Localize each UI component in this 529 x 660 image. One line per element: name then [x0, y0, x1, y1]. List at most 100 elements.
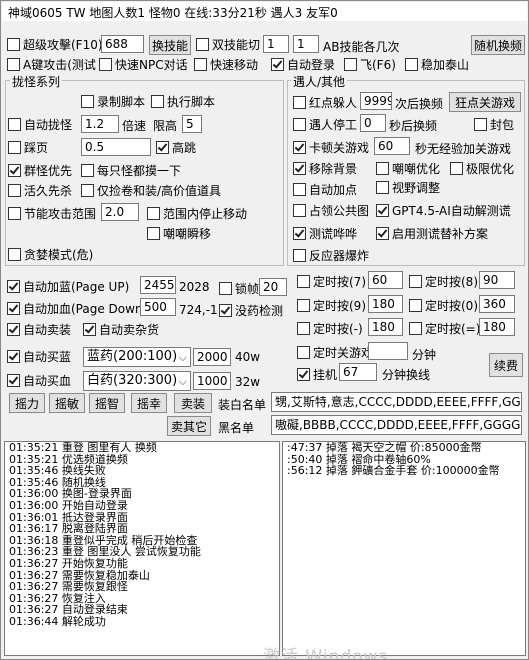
- fast-npc-checkbox[interactable]: 快速NPC对话: [99, 56, 188, 72]
- hang-checkbox[interactable]: 挂机: [297, 366, 337, 382]
- black-list-input[interactable]: 嗷礙,BBBB,CCCC,DDDD,EEEE,FFFF,GGGG,HHHH,I: [271, 415, 522, 435]
- buy-red-unit: 32w: [235, 375, 261, 389]
- auto-red-extra: 724,-1: [179, 303, 218, 317]
- auto-red-checkbox[interactable]: 自动加血(Page Down): [7, 300, 147, 316]
- auto-point-checkbox[interactable]: 自动加点: [293, 181, 357, 197]
- remove-bg-checkbox[interactable]: 移除背景: [293, 160, 357, 176]
- timer-7-checkbox[interactable]: 定时按(7): [297, 273, 366, 289]
- buy-red-qty-input[interactable]: 1000: [193, 372, 231, 390]
- renew-button[interactable]: 续费: [489, 353, 523, 377]
- buy-red-select[interactable]: 白药(320:300) ⌵: [83, 371, 191, 391]
- live-first-checkbox[interactable]: 活久先杀: [8, 182, 72, 198]
- limit-high-input[interactable]: 5: [182, 115, 202, 133]
- timer-equals-input[interactable]: 180: [479, 318, 515, 336]
- stop-in-range-checkbox[interactable]: 范围内停止移动: [147, 205, 247, 221]
- fly-checkbox[interactable]: 飞(F6): [344, 56, 396, 72]
- crazy-close-button[interactable]: 狂点关游戏: [449, 92, 521, 112]
- dual-skill-a-input[interactable]: 1: [263, 35, 289, 53]
- auto-blue-checkbox[interactable]: 自动加蓝(Page UP): [7, 278, 129, 294]
- run-script-checkbox[interactable]: 执行脚本: [151, 93, 215, 109]
- title-bar: 神域0605 TW 地图人数1 怪物0 在线:33分21秒 遇人3 友军0: [2, 2, 527, 21]
- anti-ban-checkbox[interactable]: 反应器爆炸: [293, 247, 369, 263]
- roll-dex-button[interactable]: 摇敏: [49, 393, 85, 413]
- meet-stop-input[interactable]: 0: [360, 114, 386, 132]
- lock-frame-checkbox[interactable]: 锁帧: [219, 280, 259, 296]
- auto-gather-checkbox[interactable]: 自动拢怪: [8, 116, 72, 132]
- buy-blue-qty-input[interactable]: 2000: [193, 348, 231, 366]
- auto-login-checkbox[interactable]: 自动登录: [271, 56, 335, 72]
- dual-skill-b-input[interactable]: 1: [293, 35, 319, 53]
- drop-log[interactable]: :47:37 掉落 褐天空之帽 价:85000金幣:50:40 掉落 褶命中卷轴…: [282, 441, 526, 656]
- fast-move-checkbox[interactable]: 快速移动: [194, 56, 258, 72]
- random-channel-button[interactable]: 随机换频: [471, 35, 525, 55]
- change-skill-button[interactable]: 换技能: [149, 35, 191, 55]
- meet-stop-checkbox[interactable]: 遇人停工: [293, 116, 357, 132]
- event-log[interactable]: 01:35:21 重登 图里有人 换频 01:35:21 优选频道换频 01:35:…: [4, 441, 280, 656]
- super-attack-input[interactable]: 688: [101, 35, 144, 53]
- energy-range-checkbox[interactable]: 节能攻击范围: [8, 205, 96, 221]
- extreme-opt-checkbox[interactable]: 极限优化: [450, 160, 514, 176]
- timer-minus-input[interactable]: 180: [368, 318, 403, 336]
- timer-8-input[interactable]: 90: [479, 271, 515, 289]
- red-dot-checkbox[interactable]: 红点躲人: [293, 94, 357, 110]
- timer-7-input[interactable]: 60: [368, 271, 403, 289]
- record-script-checkbox[interactable]: 录制脚本: [81, 93, 145, 109]
- lock-frame-input[interactable]: 20: [259, 278, 287, 296]
- public-map-checkbox[interactable]: 占领公共图: [293, 202, 369, 218]
- auto-red-input[interactable]: 500: [140, 298, 176, 316]
- sell-other-button[interactable]: 卖其它: [167, 416, 211, 436]
- roll-int-button[interactable]: 摇智: [89, 393, 125, 413]
- window-title: 神域0605 TW 地图人数1 怪物0 在线:33分21秒 遇人3 友军0: [8, 6, 338, 20]
- stomp-checkbox[interactable]: 踩页: [8, 139, 48, 155]
- buy-blue-select[interactable]: 蓝药(200:100) ⌵: [83, 347, 191, 367]
- sell-equip-button[interactable]: 卖装: [174, 393, 212, 413]
- taishan-checkbox[interactable]: 稳加泰山: [405, 56, 469, 72]
- test-alarm-checkbox[interactable]: 测谎哗哗: [293, 225, 357, 241]
- auto-buy-red-checkbox[interactable]: 自动买血: [7, 372, 71, 388]
- stuck-close-checkbox[interactable]: 卡顿关游戏: [293, 139, 369, 155]
- roll-luk-button[interactable]: 摇幸: [131, 393, 167, 413]
- timer-9-checkbox[interactable]: 定时按(9): [297, 297, 366, 313]
- roll-str-button[interactable]: 摇力: [9, 393, 45, 413]
- dodge-teleport-checkbox[interactable]: 嘲嘲瞬移: [147, 225, 211, 241]
- super-attack-checkbox[interactable]: 超级攻擊(F10): [7, 36, 103, 52]
- red-dot-input[interactable]: 9999: [360, 92, 392, 110]
- hang-input[interactable]: 67: [339, 363, 377, 381]
- timer-0-input[interactable]: 360: [479, 295, 515, 313]
- timed-close-input[interactable]: [368, 342, 408, 360]
- greedy-mode-checkbox[interactable]: 贪婪模式(危): [8, 246, 93, 262]
- super-attack-box[interactable]: [7, 37, 20, 51]
- log-line: 01:36:17 脱离登陆界面: [9, 522, 128, 536]
- gpt-solver-checkbox[interactable]: GPT4.5-AI自动解测谎: [376, 202, 511, 218]
- timer-equals-checkbox[interactable]: 定时按(=): [409, 320, 480, 336]
- timer-0-checkbox[interactable]: 定时按(0): [409, 297, 478, 313]
- dual-skill-checkbox[interactable]: 双技能切: [196, 36, 260, 52]
- limit-high-label: 限高: [153, 119, 178, 133]
- auto-buy-blue-checkbox[interactable]: 自动买蓝: [7, 348, 71, 364]
- only-scroll-checkbox[interactable]: 仅捡卷和装/高价值道具: [81, 182, 221, 198]
- timed-close-checkbox[interactable]: 定时关游戏: [297, 344, 373, 360]
- timer-8-checkbox[interactable]: 定时按(8): [409, 273, 478, 289]
- seal-checkbox[interactable]: 封包: [474, 116, 514, 132]
- sec-change-label: 秒后换频: [389, 119, 438, 133]
- stomp-input[interactable]: 0.5: [81, 138, 151, 156]
- stuck-close-input[interactable]: 60: [374, 137, 410, 155]
- auto-blue-input[interactable]: 2455: [140, 276, 176, 294]
- white-list-label: 装白名单: [218, 398, 267, 412]
- timer-minus-checkbox[interactable]: 定时按(-): [297, 320, 363, 336]
- auto-sell-misc-checkbox[interactable]: 自动卖杂货: [83, 321, 159, 337]
- group-first-checkbox[interactable]: 群怪优先: [8, 162, 72, 178]
- no-potion-check-checkbox[interactable]: 没药检测: [219, 302, 283, 318]
- dodge-opt-checkbox[interactable]: 嘲嘲优化: [376, 160, 440, 176]
- chevron-down-icon: ⌵: [178, 351, 187, 364]
- touch-each-checkbox[interactable]: 每只怪都摸一下: [81, 162, 181, 178]
- enable-patch-checkbox[interactable]: 启用测谎替补方案: [376, 225, 488, 241]
- a-key-attack-checkbox[interactable]: A键攻击(测试: [7, 56, 96, 72]
- gather-speed-input[interactable]: 1.2: [81, 115, 119, 133]
- high-jump-checkbox[interactable]: 高跳: [156, 139, 196, 155]
- auto-sell-checkbox[interactable]: 自动卖装: [7, 321, 71, 337]
- timer-9-input[interactable]: 180: [368, 295, 403, 313]
- energy-range-input[interactable]: 2.0: [101, 203, 139, 221]
- white-list-input[interactable]: 甥,艾斯特,意志,CCCC,DDDD,EEEE,FFFF,GGGG,H: [271, 392, 522, 412]
- view-adjust-checkbox[interactable]: 视野调整: [376, 179, 440, 195]
